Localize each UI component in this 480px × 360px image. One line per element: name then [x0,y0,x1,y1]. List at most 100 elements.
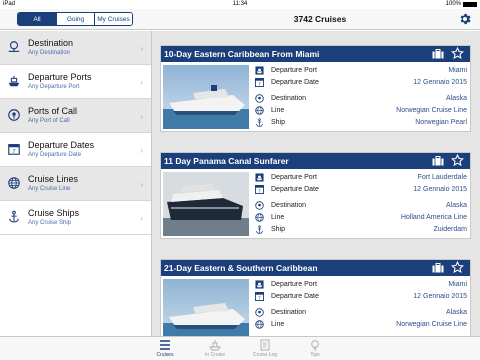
location-pin-icon [255,308,264,317]
ship-icon [255,173,264,182]
ship-icon [255,66,264,75]
segment-my-cruises[interactable]: My Cruises [94,13,132,25]
svg-text:7: 7 [258,296,261,301]
sidebar-item-title: Departure Ports [28,72,92,82]
tab-tips[interactable]: Tips [290,337,340,360]
location-pin-icon [8,109,20,121]
line-row: Line Norwegian Cruise Line [255,319,467,331]
departure-date-value: 12 Gennaio 2015 [413,186,467,193]
departure-date-label: Departure Date [271,293,319,300]
departure-date-row: 7 Departure Date 12 Gennaio 2015 [255,77,467,89]
departure-port-label: Departure Port [271,67,317,74]
sidebar-item-cruise-ships[interactable]: Cruise Ships Any Cruise Ship › [0,201,151,235]
departure-date-row: 7 Departure Date 12 Gennaio 2015 [255,291,467,303]
sidebar-item-title: Cruise Ships [28,208,80,218]
anchor-icon [9,210,19,223]
sidebar-item-title: Cruise Lines [28,174,79,184]
page-title: 3742 Cruises [293,14,347,24]
battery-indicator: 100% [446,1,477,7]
battery-icon [463,1,477,7]
sidebar-item-subtitle: Any Departure Date [28,152,82,158]
cruise-card[interactable]: 11 Day Panama Canal Sunfarer Departure P… [160,152,471,239]
sidebar-item-departure-dates[interactable]: 7 Departure Dates Any Departure Date › [0,133,151,167]
sidebar-item-subtitle: Any Port of Call [28,118,70,124]
departure-port-value: Fort Lauderdale [417,174,467,181]
ship-icon [255,280,264,289]
chevron-right-icon: › [140,180,143,189]
departure-date-row: 7 Departure Date 12 Gennaio 2015 [255,184,467,196]
sidebar-item-title: Destination [28,38,74,48]
suitcase-icon[interactable] [432,49,444,59]
notebook-icon [260,339,270,351]
segment-going[interactable]: Going [56,13,94,25]
sidebar-item-departure-ports[interactable]: Departure Ports Any Departure Port › [0,65,151,99]
sidebar-item-subtitle: Any Cruise Ship [28,220,72,226]
svg-text:7: 7 [258,82,261,87]
ship-label: Ship [271,226,286,233]
calendar-icon: 7 [255,292,264,301]
ship-photo [163,172,249,236]
svg-text:7: 7 [258,189,261,194]
destination-row: Destination Alaska [255,307,467,319]
departure-date-label: Departure Date [271,79,319,86]
destination-label: Destination [271,95,307,102]
sidebar-item-cruise-lines[interactable]: Cruise Lines Any Cruise Line › [0,167,151,201]
ship-icon [8,75,20,87]
battery-percent: 100% [445,1,461,7]
destination-label: Destination [271,202,307,209]
destination-row: Destination Alaska [255,93,467,105]
suitcase-icon[interactable] [432,156,444,166]
cruise-title: 11 Day Panama Canal Sunfarer [164,156,289,166]
chevron-right-icon: › [140,146,143,155]
cruise-card[interactable]: 21-Day Eastern & Southern Caribbean Depa… [160,259,471,336]
tab-cruise-log[interactable]: Cruise Log [240,337,290,360]
ship-row: Ship Zuiderdam [255,224,467,236]
filter-sidebar: Destination Any Destination › Departure … [0,31,152,336]
anchor-icon [256,118,263,127]
chevron-right-icon: › [140,214,143,223]
suitcase-icon[interactable] [432,263,444,273]
line-row: Line Holland America Line [255,212,467,224]
destination-value: Alaska [445,202,467,209]
destination-value: Alaska [445,309,467,316]
departure-port-value: Miami [448,67,467,74]
line-label: Line [271,214,285,221]
star-icon[interactable] [451,261,464,274]
cruise-card[interactable]: 10-Day Eastern Caribbean From Miami Depa… [160,45,471,132]
destination-value: Alaska [445,95,467,102]
sidebar-item-title: Departure Dates [28,140,95,150]
chevron-right-icon: › [140,78,143,87]
globe-icon [8,177,20,189]
star-icon[interactable] [451,47,464,60]
tab-label: Cruises [156,352,174,358]
globe-icon [255,106,264,115]
gear-icon[interactable] [458,12,472,26]
ship-photo [163,65,249,129]
segment-all[interactable]: All [18,13,56,25]
departure-date-value: 12 Gennaio 2015 [413,293,467,300]
sidebar-item-destination[interactable]: Destination Any Destination › [0,31,151,65]
departure-port-row: Departure Port Miami [255,65,467,77]
line-row: Line Norwegian Cruise Line [255,105,467,117]
nav-bar: All Going My Cruises 3742 Cruises [0,9,480,30]
chevron-right-icon: › [140,112,143,121]
tab-in-cruise[interactable]: In Cruise [190,337,240,360]
cruise-list: 10-Day Eastern Caribbean From Miami Depa… [152,31,480,336]
tab-label: In Cruise [204,352,225,358]
line-value: Norwegian Cruise Line [396,107,467,114]
destination-label: Destination [271,309,307,316]
anchor-icon [256,225,263,234]
tab-label: Cruise Log [252,352,278,358]
list-icon [160,340,170,350]
sidebar-item-subtitle: Any Cruise Line [28,186,71,192]
departure-date-label: Departure Date [271,186,319,193]
departure-date-value: 12 Gennaio 2015 [413,79,467,86]
tab-label: Tips [310,352,320,358]
cruise-title: 10-Day Eastern Caribbean From Miami [164,49,320,59]
sidebar-item-ports-of-call[interactable]: Ports of Call Any Port of Call › [0,99,151,133]
star-icon[interactable] [451,154,464,167]
departure-port-value: Miami [448,281,467,288]
tab-bar: Cruises In Cruise Cruise Log Tips [0,336,480,360]
tab-cruises[interactable]: Cruises [140,337,190,360]
destination-row: Destination Alaska [255,200,467,212]
